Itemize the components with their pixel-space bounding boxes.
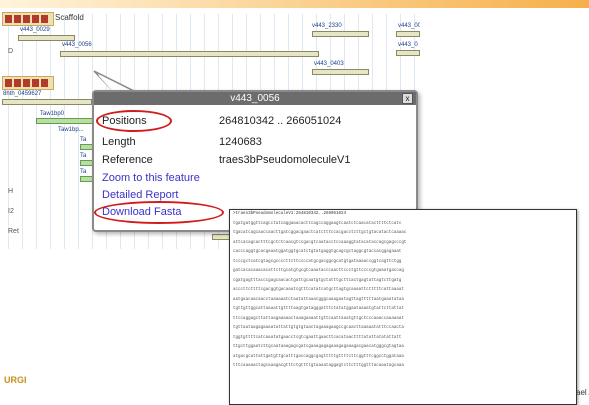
positions-highlight-ellipse: [96, 110, 172, 132]
feature-block[interactable]: [396, 50, 420, 56]
popup-title: v443_0056: [230, 93, 280, 104]
positions-value: 264810342 .. 266051024: [219, 115, 342, 127]
reference-value: traes3bPseudomoleculeV1: [219, 154, 351, 166]
fasta-sequence-line: attcacagcactttcgctctcaacgtccgacgtcaatacc…: [233, 240, 407, 245]
track-controls-icon[interactable]: [5, 15, 49, 23]
feature-label[interactable]: v443_0029: [20, 26, 50, 34]
fasta-sequence-line: gatcacacaaacacattcttgcatgtgcgtcaaataccca…: [233, 269, 404, 273]
track-header-scaffold[interactable]: [2, 12, 54, 26]
urgi-logo: URGI: [4, 375, 27, 385]
feature-label[interactable]: v443_00: [398, 22, 420, 30]
fasta-sequence-line: ttccaggagcttattaagaaaaactaaagaaaattgttca…: [233, 316, 404, 321]
feature-block[interactable]: [36, 118, 94, 124]
author-credit: ael Alaux: [576, 388, 589, 397]
feature-label[interactable]: Ta: [80, 136, 86, 144]
feature-label[interactable]: v443_0: [398, 41, 418, 49]
feature-label[interactable]: Ta: [80, 152, 86, 160]
fasta-sequence-line: tcccgctcatcgtagcgccccttcttccccatgcgacggc…: [233, 259, 402, 264]
feature-label[interactable]: Taw1bp0: [40, 110, 64, 118]
fasta-sequence-line: atgacgcattattgatgttgcatttgaccaggcgagtttt…: [233, 354, 404, 359]
fasta-sequence-line: ttgcttggaatcttgcaataaagagcgatcgaaagagaga…: [233, 345, 404, 349]
side-label: I2: [8, 208, 14, 215]
fasta-sequence-line: tttcaaaaactagcaaagacgtttctgttttgtaaaatag…: [233, 364, 404, 368]
feature-block[interactable]: [312, 69, 369, 75]
feature-label[interactable]: v443_0056: [62, 41, 92, 49]
fasta-sequence-line: tgatgatggttcagcctatcaggaaacacttcagccagga…: [233, 221, 402, 226]
feature-block[interactable]: [312, 31, 369, 37]
reference-label: Reference: [102, 154, 153, 166]
close-icon[interactable]: x: [402, 93, 413, 104]
fasta-sequence-line: tgttgttggcattaaaattgttttaagtgatagggatttc…: [233, 307, 404, 311]
side-label: H: [8, 188, 14, 195]
feature-label[interactable]: Ta: [80, 168, 86, 176]
fasta-sequence-line: tgacatcagcaaccaacttgatcggacgaactcatctttc…: [233, 231, 407, 235]
fasta-sequence-line: aatgaacaacaacctaaaaaatctaatattaaacgggcaa…: [233, 297, 404, 302]
feature-label[interactable]: v443_0403: [314, 60, 344, 68]
track-header-second[interactable]: [2, 76, 54, 90]
fasta-output-window[interactable]: >traes3bPseudomoleculeV1:264810342..2660…: [229, 209, 577, 405]
fasta-sequence-line: cacccaggtgcacgaaatggatggtgcatctgtatgaggt…: [233, 250, 402, 254]
feature-label[interactable]: 8hth_0459627: [3, 90, 41, 98]
detailed-report-link[interactable]: Detailed Report: [102, 189, 178, 202]
length-value: 1240683: [219, 136, 262, 148]
side-label: D: [8, 48, 14, 55]
download-fasta-highlight-ellipse: [94, 201, 224, 224]
feature-label[interactable]: v443_2330: [312, 22, 342, 30]
feature-label[interactable]: Taw1bp...: [58, 126, 84, 134]
feature-block[interactable]: [396, 31, 420, 37]
length-label: Length: [102, 136, 136, 148]
zoom-to-feature-link[interactable]: Zoom to this feature: [102, 172, 200, 185]
track-controls-icon[interactable]: [5, 79, 49, 87]
side-label: Ret: [8, 228, 19, 235]
popup-title-bar: v443_0056 x: [94, 92, 416, 105]
slide-header-bar: [0, 0, 589, 8]
feature-block-selected[interactable]: [60, 51, 319, 57]
fasta-sequence-line: acccttcttttcgacggtgacaaatcgtttcatatcatgc…: [233, 288, 404, 292]
fasta-sequence-line: cgatgagtttacccgagcaacactgattgcaatgtgctat…: [233, 278, 402, 283]
feature-block[interactable]: [2, 99, 92, 105]
track-title-scaffold: Scaffold: [55, 13, 84, 22]
fasta-sequence-line: tggtgttttcatcaaatatgaacctcgtcgaattgaactt…: [233, 335, 402, 340]
fasta-header: >traes3bPseudomoleculeV1:264810342..2660…: [233, 212, 347, 216]
fasta-sequence-line: tgttaataagagaaaatattattgtgtgtaactagaaaga…: [233, 326, 404, 330]
